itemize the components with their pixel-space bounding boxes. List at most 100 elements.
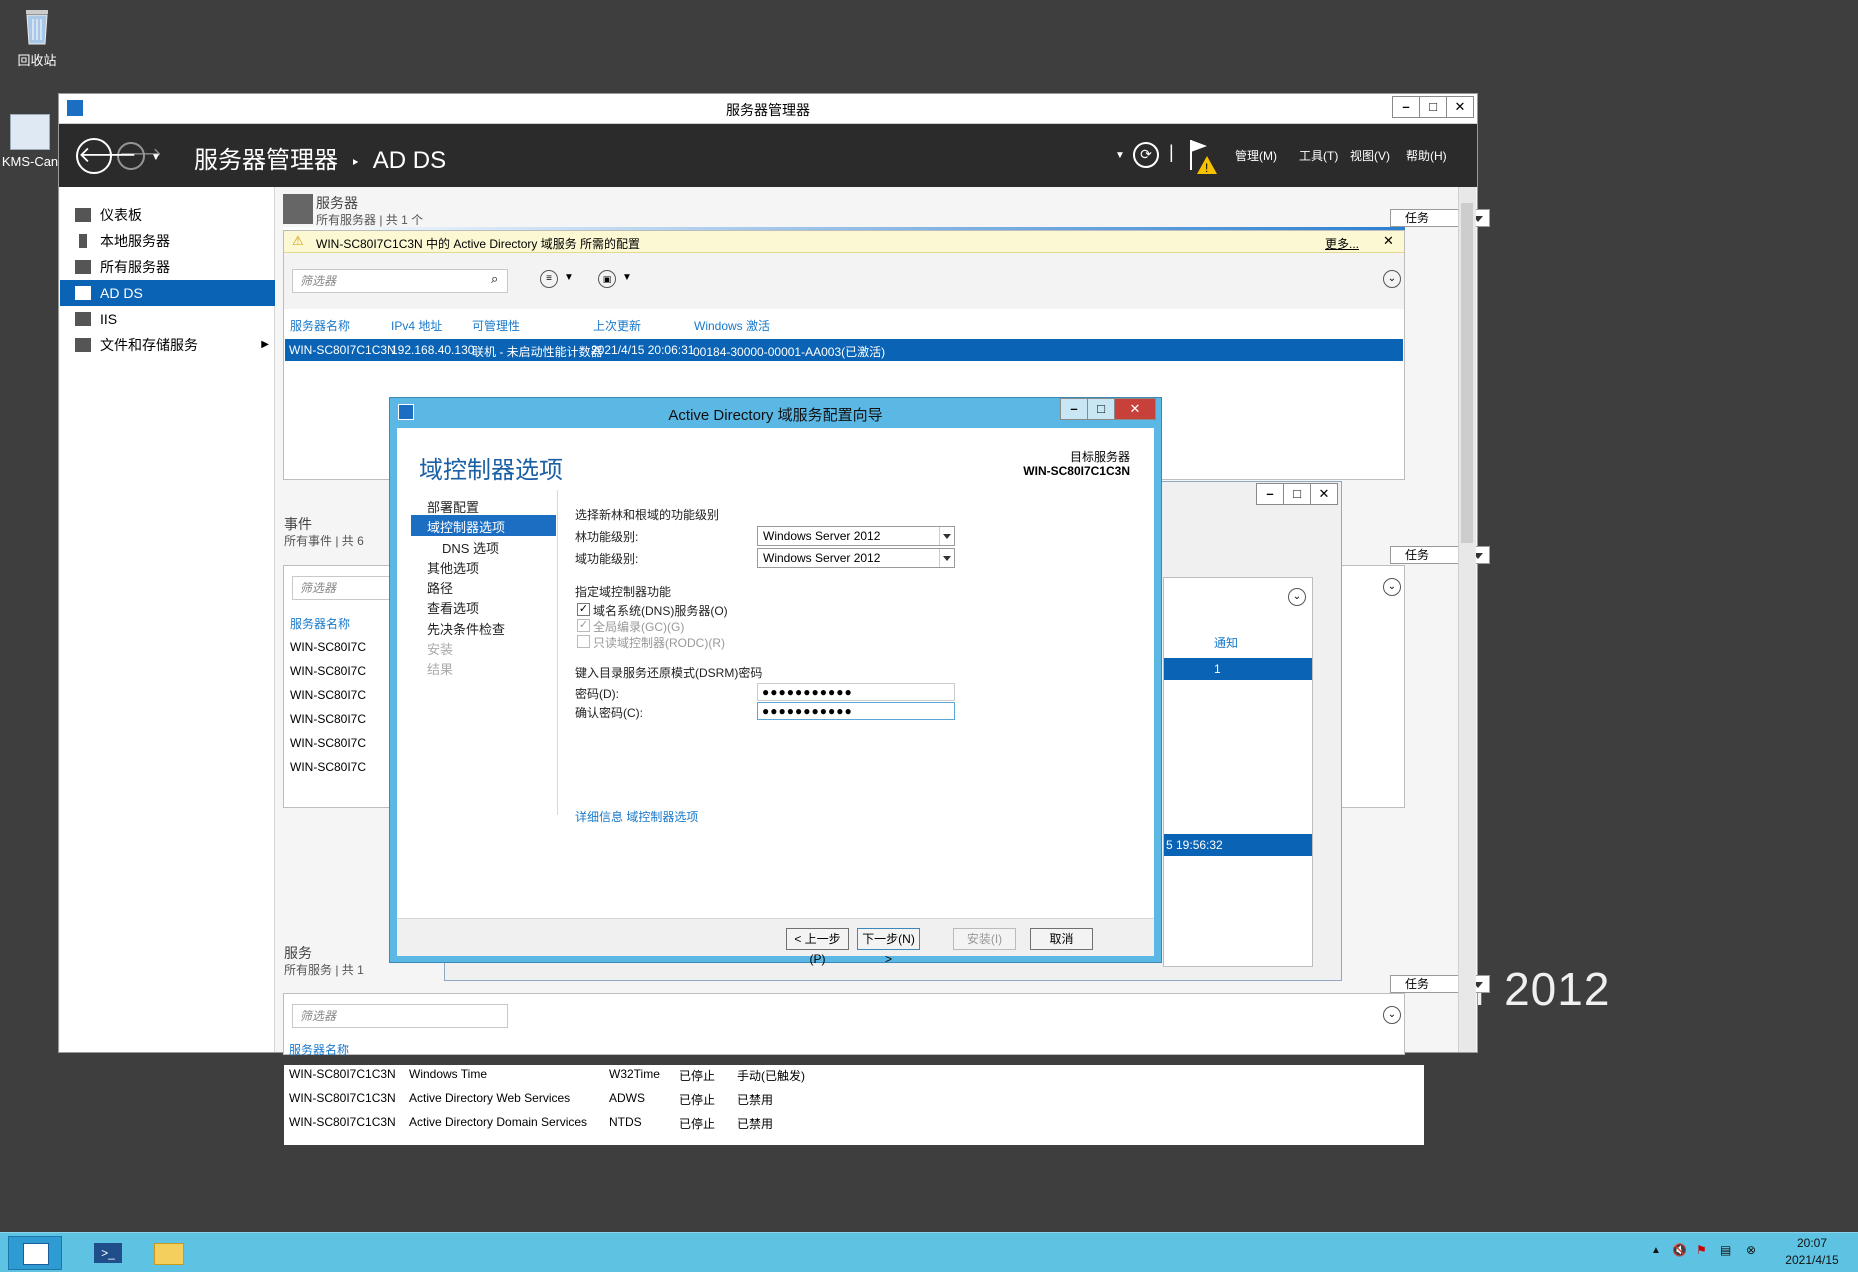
sidebar-item-ad-ds[interactable]: AD DS	[60, 280, 275, 306]
events-title: 事件	[284, 516, 312, 532]
powershell-taskbar-button[interactable]: >_	[80, 1236, 134, 1270]
list-options-icon[interactable]: ≡	[540, 270, 558, 288]
list-item[interactable]: WIN-SC80I7C	[290, 640, 366, 654]
table-row[interactable]: WIN-SC80I7C1C3N 192.168.40.130 联机 - 未启动性…	[285, 339, 1403, 361]
expand-collapse-icon[interactable]: ⌄	[1383, 270, 1401, 288]
wizard-maximize-button[interactable]: □	[1087, 398, 1115, 420]
server-manager-taskbar-button[interactable]	[8, 1236, 62, 1270]
menu-tools[interactable]: 工具(T)	[1299, 147, 1338, 164]
list-item[interactable]: WIN-SC80I7C	[290, 760, 366, 774]
maximize-button[interactable]: □	[1419, 96, 1447, 118]
forest-level-select[interactable]: Windows Server 2012	[757, 526, 955, 546]
sm-titlebar[interactable]: 服务器管理器 – □ ✕	[59, 94, 1477, 124]
recycle-bin-desktop-icon[interactable]: 回收站	[0, 6, 74, 69]
minimize-button[interactable]: –	[1392, 96, 1420, 118]
back-button[interactable]: 🡐	[76, 138, 137, 174]
forest-level-value: Windows Server 2012	[763, 529, 881, 543]
bg-maximize-button[interactable]: □	[1283, 483, 1311, 505]
chevron-down-icon	[939, 527, 954, 545]
breadcrumb: 服务器管理器 ‣ AD DS	[194, 140, 446, 175]
forward-button[interactable]: 🡒	[117, 142, 162, 170]
bg-minimize-button[interactable]: –	[1256, 483, 1284, 505]
next-button[interactable]: 下一步(N) >	[857, 928, 920, 966]
previous-button[interactable]: < 上一步(P)	[786, 928, 849, 966]
sidebar-item-all-servers[interactable]: 所有服务器	[60, 254, 275, 280]
tray-expand-icon[interactable]: ▲	[1651, 1245, 1661, 1256]
save-query-dropdown-icon[interactable]: ▼	[622, 272, 632, 283]
sidebar-item-dashboard[interactable]: 仪表板	[60, 202, 275, 228]
network-icon[interactable]: ▤	[1720, 1243, 1731, 1257]
col-windows-activation[interactable]: Windows 激活	[694, 317, 770, 334]
bg-expand-icon[interactable]: ⌄	[1288, 588, 1306, 606]
ime-icon[interactable]: ⊗	[1746, 1243, 1756, 1257]
col-manageability[interactable]: 可管理性	[472, 317, 520, 334]
col-last-update[interactable]: 上次更新	[593, 317, 641, 334]
servers-filter-input[interactable]: 筛选器	[292, 269, 508, 293]
main-vertical-scrollbar[interactable]	[1458, 187, 1476, 1052]
list-item[interactable]: WIN-SC80I7C	[290, 664, 366, 678]
table-row[interactable]: WIN-SC80I7C1C3N Windows Time W32Time 已停止…	[289, 1067, 805, 1083]
explorer-taskbar-button[interactable]	[142, 1236, 196, 1270]
server-manager-icon	[23, 1243, 49, 1265]
menu-view[interactable]: 视图(V)	[1350, 147, 1390, 164]
bg-col-notify[interactable]: 通知	[1214, 634, 1238, 651]
nav-paths[interactable]: 路径	[427, 578, 453, 597]
warning-more-link[interactable]: 更多...	[1325, 235, 1359, 252]
list-item[interactable]: WIN-SC80I7C	[290, 712, 366, 726]
bg-close-button[interactable]: ✕	[1310, 483, 1338, 505]
close-button[interactable]: ✕	[1446, 96, 1474, 118]
notification-flag-icon[interactable]: !	[1187, 136, 1221, 176]
sm-header: 🡐 🡒 ▼ 服务器管理器 ‣ AD DS ▼ ⟳ | ! 管理(M) 工具(T)…	[59, 124, 1477, 187]
history-dropdown-icon[interactable]: ▼	[151, 152, 161, 163]
events-col-server-name[interactable]: 服务器名称	[290, 615, 350, 632]
col-ipv4[interactable]: IPv4 地址	[391, 317, 442, 334]
confirm-password-field[interactable]: ●●●●●●●●●●●	[757, 702, 955, 720]
action-center-icon[interactable]: ⚑	[1696, 1243, 1707, 1257]
list-options-dropdown-icon[interactable]: ▼	[564, 272, 574, 283]
wizard-minimize-button[interactable]: –	[1060, 398, 1088, 420]
domain-level-select[interactable]: Windows Server 2012	[757, 548, 955, 568]
sidebar-item-file-storage[interactable]: 文件和存储服务 ▶	[60, 332, 275, 358]
dns-server-checkbox[interactable]: ✓	[577, 603, 590, 616]
events-expand-icon[interactable]: ⌄	[1383, 578, 1401, 596]
cancel-button[interactable]: 取消	[1030, 928, 1093, 950]
volume-muted-icon[interactable]: 🔇	[1672, 1243, 1687, 1257]
sidebar-item-local-server[interactable]: 本地服务器	[60, 228, 275, 254]
services-col-server-name[interactable]: 服务器名称	[289, 1041, 349, 1058]
bg-selected-row[interactable]: 1	[1164, 658, 1312, 680]
kms-desktop-icon[interactable]: KMS-Can	[0, 114, 60, 169]
domain-level-label: 域功能级别:	[575, 552, 639, 566]
servers-title: 服务器	[316, 195, 358, 211]
col-server-name[interactable]: 服务器名称	[290, 317, 350, 334]
list-item[interactable]: WIN-SC80I7C	[290, 688, 366, 702]
nav-prereq-check[interactable]: 先决条件检查	[427, 619, 505, 638]
table-row[interactable]: WIN-SC80I7C1C3N Active Directory Web Ser…	[289, 1091, 773, 1107]
sidebar-item-label: 所有服务器	[100, 259, 170, 275]
password-field[interactable]: ●●●●●●●●●●●	[757, 683, 955, 701]
services-filter-input[interactable]: 筛选器	[292, 1004, 508, 1028]
wizard-close-button[interactable]: ✕	[1114, 398, 1156, 420]
nav-deployment-config[interactable]: 部署配置	[427, 497, 479, 516]
sidebar-item-iis[interactable]: IIS	[60, 306, 275, 332]
cell-status: 已停止	[679, 1069, 716, 1083]
nav-dns-options[interactable]: DNS 选项	[442, 538, 499, 557]
forest-level-label: 林功能级别:	[575, 530, 639, 544]
refresh-icon[interactable]: ⟳	[1133, 142, 1159, 168]
system-clock[interactable]: 20:07 2021/4/15	[1772, 1235, 1852, 1269]
list-item[interactable]: WIN-SC80I7C	[290, 736, 366, 750]
warning-close-icon[interactable]: ✕	[1383, 233, 1394, 249]
scrollbar-thumb[interactable]	[1461, 203, 1473, 543]
breadcrumb-root[interactable]: 服务器管理器	[194, 147, 338, 174]
breadcrumb-dropdown-icon[interactable]: ▼	[1115, 150, 1125, 161]
services-expand-icon[interactable]: ⌄	[1383, 1006, 1401, 1024]
table-row[interactable]: WIN-SC80I7C1C3N Active Directory Domain …	[289, 1115, 773, 1131]
nav-additional-options[interactable]: 其他选项	[427, 558, 479, 577]
nav-review-options[interactable]: 查看选项	[427, 598, 479, 617]
menu-manage[interactable]: 管理(M)	[1235, 147, 1277, 164]
more-info-link[interactable]: 详细信息 域控制器选项	[575, 808, 698, 825]
save-query-icon[interactable]: ▣	[598, 270, 616, 288]
menu-help[interactable]: 帮助(H)	[1406, 147, 1447, 164]
cell-manageability: 联机 - 未启动性能计数器	[472, 345, 603, 359]
bg-selected-row-2[interactable]: 5 19:56:32	[1164, 834, 1312, 856]
nav-dc-options[interactable]: 域控制器选项	[427, 517, 505, 536]
